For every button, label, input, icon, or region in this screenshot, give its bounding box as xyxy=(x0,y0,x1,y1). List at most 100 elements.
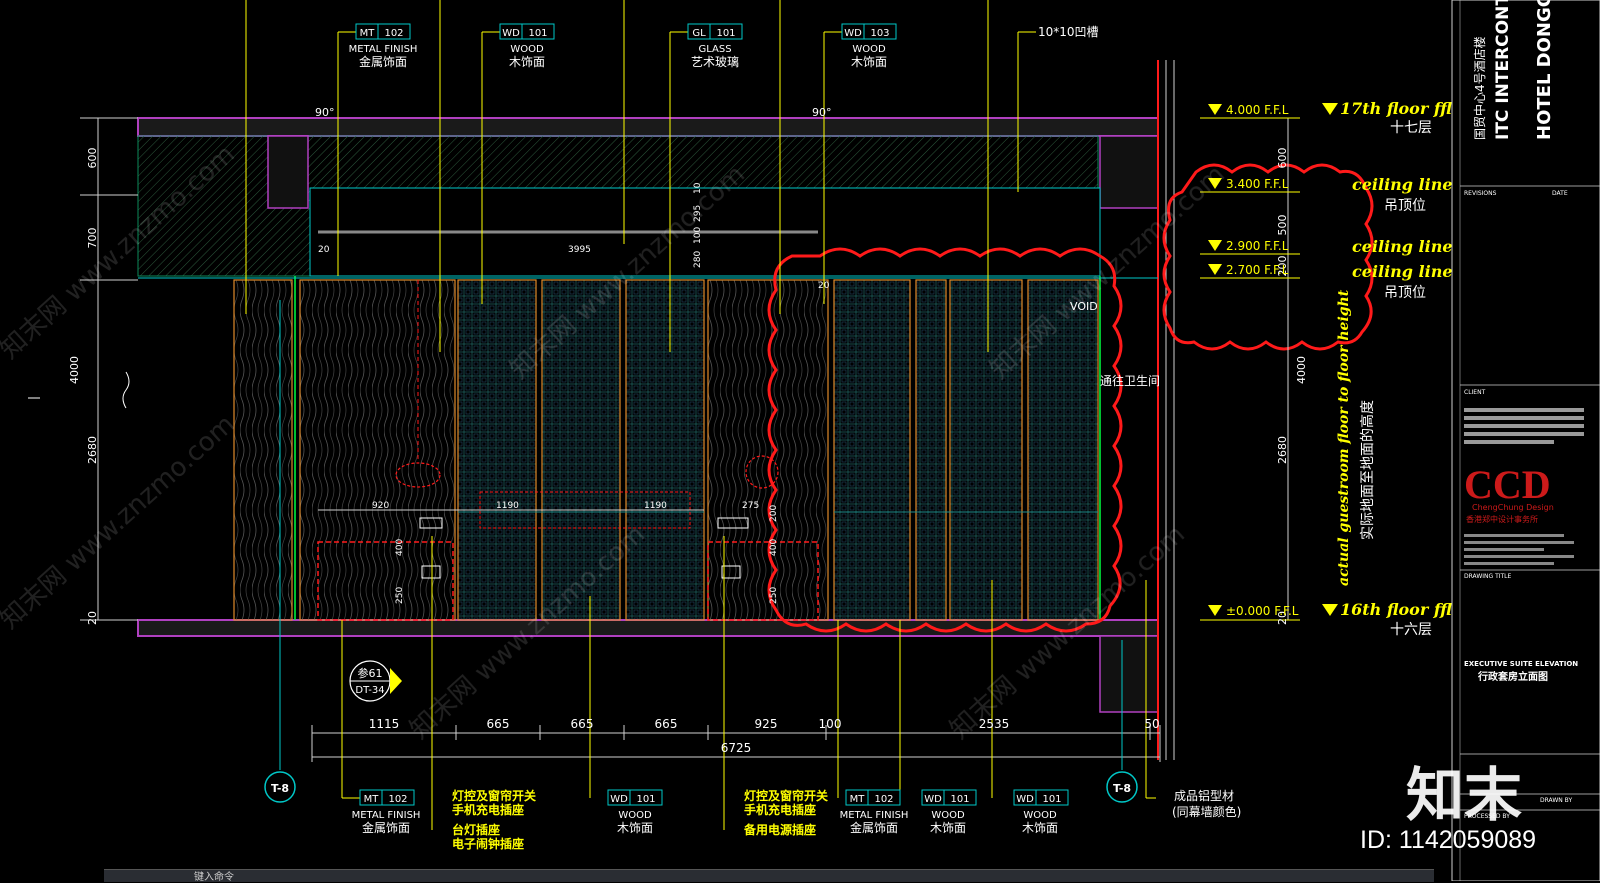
ceiling-en-1: ceiling line xyxy=(1352,175,1453,194)
tag-num: 101 xyxy=(950,794,969,805)
dim-mid-920: 920 xyxy=(372,501,389,511)
floor17-cn: 十七层 xyxy=(1390,120,1432,136)
aluminium-note-1: 成品铝型材 xyxy=(1174,788,1234,803)
level-2900: 2.900 F.F.L xyxy=(1226,239,1289,253)
tag-num: 101 xyxy=(1042,794,1061,805)
watermark-diag-4: 知末网 www.znzmo.com xyxy=(0,409,241,635)
wall-panels xyxy=(138,276,1158,621)
tag-en: METAL FINISH xyxy=(840,810,909,821)
watermark-brand: 知末 xyxy=(1406,761,1523,829)
material-tag-bottom-wd101-a[interactable]: WD 101 WOOD 木饰面 xyxy=(607,789,663,835)
tag-num: 101 xyxy=(528,28,547,39)
material-tag-bottom-wd101-b[interactable]: WD 101 WOOD 木饰面 xyxy=(921,789,977,835)
dim-mid-250b: 250 xyxy=(769,587,779,604)
hotel-en-1: ITC INTERCONTINE xyxy=(1493,0,1513,140)
tag-cn: 木饰面 xyxy=(1022,821,1058,835)
lamp-note-1: 台灯插座 xyxy=(452,822,500,837)
sheet-cn: 行政套房立面图 xyxy=(1477,670,1548,683)
tag-en: WOOD xyxy=(852,44,886,55)
material-tag-top-mt102[interactable]: MT 102 METAL FINISH 金属饰面 xyxy=(349,23,418,69)
groove-note: 10*10凹槽 xyxy=(1038,25,1099,39)
floor16-cn: 十六层 xyxy=(1390,622,1432,638)
dim-left-20: 20 xyxy=(86,611,99,625)
level-3400: 3.400 F.F.L xyxy=(1226,177,1289,191)
tag-code: MT xyxy=(360,28,376,39)
ccd-logo: CCD xyxy=(1464,462,1551,507)
tag-num: 101 xyxy=(716,28,735,39)
dim-mid-1190a: 1190 xyxy=(496,501,519,511)
material-tag-top-wd101[interactable]: WD 101 WOOD 木饰面 xyxy=(499,23,555,69)
switch-note-2: 手机充电插座 xyxy=(452,802,524,817)
watermark-id: ID: 1142059089 xyxy=(1360,826,1537,854)
dim-bottom-925: 925 xyxy=(755,717,778,731)
dim-left-2680: 2680 xyxy=(86,436,99,464)
tag-en: WOOD xyxy=(510,44,544,55)
cad-elevation-drawing[interactable]: MT 102 METAL FINISH 金属饰面 WD 101 WOOD 木饰面… xyxy=(0,0,1600,881)
tag-num: 101 xyxy=(636,794,655,805)
dim-mid-400: 400 xyxy=(395,539,405,556)
material-tag-top-gl101[interactable]: GL 101 GLASS 艺术玻璃 xyxy=(687,23,743,69)
tag-code: WD xyxy=(502,28,520,39)
tag-cn: 金属饰面 xyxy=(359,54,407,69)
hotel-cn: 国贸中心4号酒店楼 xyxy=(1472,36,1487,140)
tag-en: GLASS xyxy=(698,44,731,55)
floor-column-right xyxy=(1099,635,1159,713)
dim-mid-250: 250 xyxy=(395,587,405,604)
glass-panel-1 xyxy=(457,279,537,621)
wood-panel-middle xyxy=(707,279,829,621)
material-tag-bottom-mt102-b[interactable]: MT 102 METAL FINISH 金属饰面 xyxy=(840,789,909,835)
dim-right-4000: 4000 xyxy=(1295,356,1308,384)
dim-mid-275: 275 xyxy=(742,501,759,511)
dim-mid-400b: 400 xyxy=(769,539,779,556)
grid-label: T-8 xyxy=(271,782,289,795)
tag-en: WOOD xyxy=(618,810,652,821)
section-reference[interactable]: 参61 DT-34 xyxy=(349,660,402,702)
date-label: DATE xyxy=(1552,190,1568,197)
hotel-en-2: HOTEL DONGG xyxy=(1534,0,1555,140)
bottom-slab xyxy=(137,619,1159,637)
tag-cn: 木饰面 xyxy=(930,821,966,835)
company-cn: 香港郑中设计事务所 xyxy=(1466,514,1538,524)
client-label: CLIENT xyxy=(1464,389,1486,396)
floor17-en: 17th floor ffl xyxy=(1340,99,1452,118)
level-4000: 4.000 F.F.L xyxy=(1226,103,1289,117)
tag-en: WOOD xyxy=(931,810,965,821)
wood-panel-left xyxy=(233,279,293,621)
aluminium-note-2: (同幕墙颜色) xyxy=(1172,804,1241,819)
floor16-en: 16th floor ffl xyxy=(1340,600,1452,619)
screen-panel-2 xyxy=(915,279,947,621)
command-line[interactable]: 键入命令 xyxy=(104,869,1434,883)
height-note-en: actual guestroom floor to floor height xyxy=(1336,289,1352,586)
dim-ceiling-20: 20 xyxy=(318,245,330,255)
section-ref-top: 参61 xyxy=(358,666,383,680)
grid-label: T-8 xyxy=(1113,782,1131,795)
dim-right-600: 600 xyxy=(1276,148,1289,169)
ceiling-bulkhead-right xyxy=(1099,135,1159,209)
dim-mid-1190b: 1190 xyxy=(644,501,667,511)
glass-panel-3 xyxy=(625,279,705,621)
material-tag-bottom-mt102-a[interactable]: MT 102 METAL FINISH 金属饰面 xyxy=(352,789,421,835)
drawn-by-label: DRAWN BY xyxy=(1540,797,1572,804)
ceiling-cn-1: 吊顶位 xyxy=(1384,198,1426,214)
dim-right-500: 500 xyxy=(1276,215,1289,236)
top-slab xyxy=(137,117,1159,137)
material-tag-bottom-wd101-c[interactable]: WD 101 WOOD 木饰面 xyxy=(1013,789,1069,835)
angle-right: 90° xyxy=(812,106,832,119)
dim-ceiling-3995: 3995 xyxy=(568,245,591,255)
switch-note-2-right: 手机充电插座 xyxy=(744,802,816,817)
tag-code: WD xyxy=(924,794,942,805)
dims-bottom: 1115 665 665 665 925 100 2535 50 6725 xyxy=(369,717,1160,755)
tag-cn: 木饰面 xyxy=(851,55,887,69)
drawing-title-label: DRAWING TITLE xyxy=(1464,573,1512,580)
ceiling-en-2: ceiling line xyxy=(1352,237,1453,256)
angle-left: 90° xyxy=(315,106,335,119)
tag-cn: 木饰面 xyxy=(509,55,545,69)
ceiling-bulkhead-left xyxy=(267,135,309,209)
dim-left-700: 700 xyxy=(86,228,99,249)
dim-bottom-665b: 665 xyxy=(571,717,594,731)
material-tag-top-wd103[interactable]: WD 103 WOOD 木饰面 xyxy=(841,23,897,69)
dim-bottom-100: 100 xyxy=(819,717,842,731)
tag-cn: 木饰面 xyxy=(617,821,653,835)
dim-mid-200: 200 xyxy=(769,505,779,522)
dim-ceiling-280: 280 xyxy=(693,251,703,268)
